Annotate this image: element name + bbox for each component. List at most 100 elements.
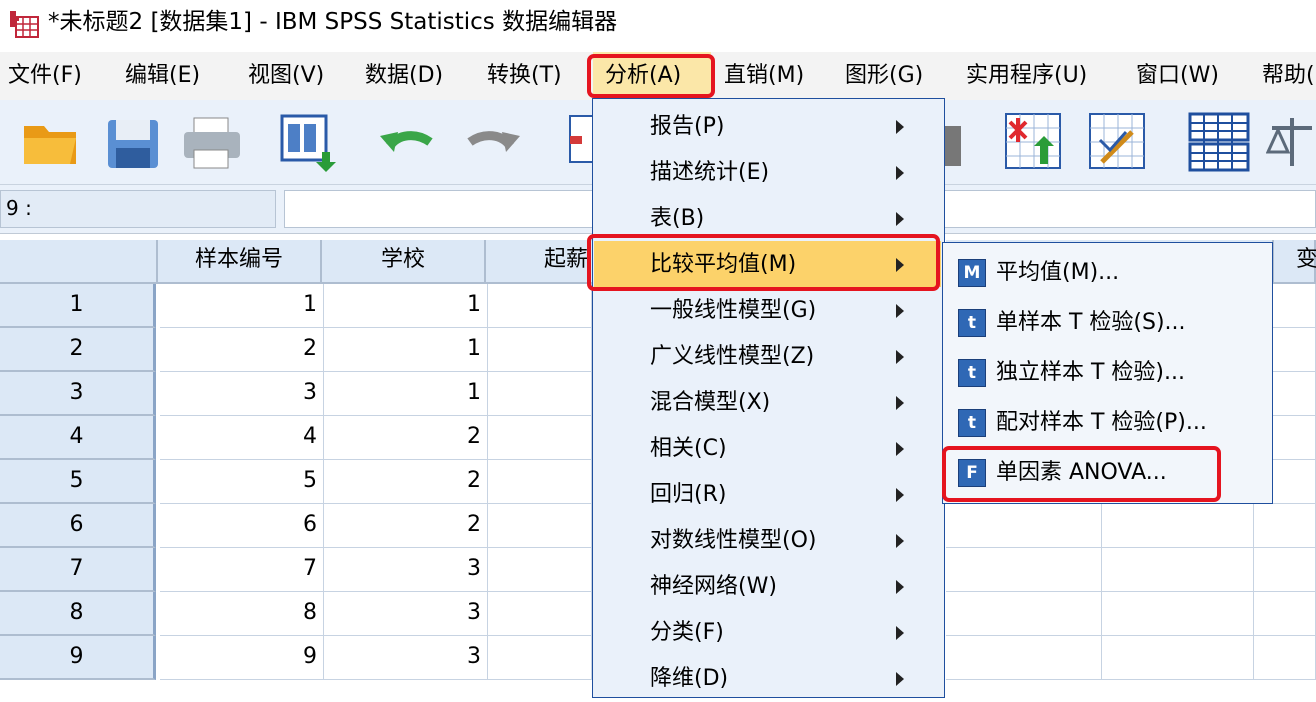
menu-graphs[interactable]: 图形(G): [845, 52, 923, 100]
table-cell-empty[interactable]: [1102, 636, 1254, 680]
analyze-menu-item[interactable]: 回归(R): [650, 472, 726, 518]
table-cell-school[interactable]: 1: [324, 284, 488, 328]
submenu-arrow-icon: [896, 120, 904, 134]
analyze-menu-item[interactable]: 广义线性模型(Z): [650, 334, 814, 380]
menu-data[interactable]: 数据(D): [365, 52, 443, 100]
table-cell-empty[interactable]: [946, 548, 1102, 592]
table-cell-sample-id[interactable]: 5: [160, 460, 324, 504]
table-cell-school[interactable]: 3: [324, 548, 488, 592]
compare-means-submenu-item[interactable]: 配对样本 T 检验(P)...: [996, 401, 1207, 445]
table-cell-empty[interactable]: [488, 372, 592, 416]
table-cell-empty[interactable]: [1102, 504, 1254, 548]
submenu-arrow-icon: [896, 304, 904, 318]
table-cell-school[interactable]: 2: [324, 460, 488, 504]
undo-icon[interactable]: [376, 112, 440, 172]
table-cell-empty[interactable]: [488, 636, 592, 680]
table-cell-sample-id[interactable]: 2: [160, 328, 324, 372]
compare-means-submenu-item[interactable]: 独立样本 T 检验)...: [996, 351, 1185, 395]
submenu-arrow-icon: [896, 396, 904, 410]
redo-icon[interactable]: [460, 112, 524, 172]
table-cell-empty[interactable]: [946, 636, 1102, 680]
table-cell-empty[interactable]: [1254, 504, 1316, 548]
row-header[interactable]: 7: [0, 548, 156, 592]
table-cell-sample-id[interactable]: 8: [160, 592, 324, 636]
table-cell-school[interactable]: 3: [324, 592, 488, 636]
submenu-arrow-icon: [896, 626, 904, 640]
analyze-menu-item[interactable]: 对数线性模型(O): [650, 518, 816, 564]
submenu-arrow-icon: [896, 166, 904, 180]
row-header[interactable]: 6: [0, 504, 156, 548]
table-cell-empty[interactable]: [946, 504, 1102, 548]
table-cell-empty[interactable]: [488, 460, 592, 504]
insert-cases-icon[interactable]: [1002, 112, 1066, 172]
print-icon[interactable]: [180, 112, 244, 172]
table-cell-empty[interactable]: [488, 548, 592, 592]
row-header[interactable]: 8: [0, 592, 156, 636]
row-header[interactable]: 3: [0, 372, 156, 416]
submenu-arrow-icon: [896, 350, 904, 364]
table-cell-sample-id[interactable]: 7: [160, 548, 324, 592]
table-cell-empty[interactable]: [488, 328, 592, 372]
grid-corner[interactable]: [0, 240, 158, 284]
table-cell-sample-id[interactable]: 9: [160, 636, 324, 680]
analyze-menu-item[interactable]: 报告(P): [650, 104, 724, 150]
table-cell-sample-id[interactable]: 4: [160, 416, 324, 460]
row-header[interactable]: 2: [0, 328, 156, 372]
recall-dialog-icon[interactable]: [276, 112, 340, 172]
analyze-menu-item[interactable]: 一般线性模型(G): [650, 288, 816, 334]
analyze-menu-item[interactable]: 混合模型(X): [650, 380, 770, 426]
table-cell-empty[interactable]: [488, 504, 592, 548]
table-cell-school[interactable]: 3: [324, 636, 488, 680]
table-cell-school[interactable]: 1: [324, 328, 488, 372]
row-header[interactable]: 1: [0, 284, 156, 328]
open-folder-icon[interactable]: [20, 112, 84, 172]
menu-utilities[interactable]: 实用程序(U): [966, 52, 1087, 100]
row-header[interactable]: 5: [0, 460, 156, 504]
column-header-next[interactable]: 变: [1274, 240, 1316, 284]
menu-window[interactable]: 窗口(W): [1136, 52, 1219, 100]
menu-file[interactable]: 文件(F): [8, 52, 82, 100]
split-file-icon[interactable]: [1186, 112, 1250, 172]
table-cell-empty[interactable]: [488, 592, 592, 636]
submenu-arrow-icon: [896, 534, 904, 548]
row-header[interactable]: 4: [0, 416, 156, 460]
goto-case-icon[interactable]: [566, 112, 595, 172]
compare-means-submenu-item[interactable]: 平均值(M)...: [996, 251, 1119, 295]
menu-help[interactable]: 帮助(: [1262, 52, 1315, 100]
table-cell-school[interactable]: 1: [324, 372, 488, 416]
column-header-sample-id[interactable]: 样本编号: [158, 240, 322, 284]
table-cell-school[interactable]: 2: [324, 504, 488, 548]
table-cell-empty[interactable]: [1254, 636, 1316, 680]
row-header[interactable]: 9: [0, 636, 156, 680]
analyze-menu-item[interactable]: 描述统计(E): [650, 150, 769, 196]
analyze-menu-item[interactable]: 神经网络(W): [650, 564, 777, 610]
table-cell-school[interactable]: 2: [324, 416, 488, 460]
menu-edit[interactable]: 编辑(E): [125, 52, 200, 100]
table-cell-empty[interactable]: [1102, 548, 1254, 592]
analyze-menu-item[interactable]: 分类(F): [650, 610, 724, 656]
table-cell-empty[interactable]: [946, 592, 1102, 636]
submenu-arrow-icon: [896, 580, 904, 594]
save-icon[interactable]: [102, 112, 166, 172]
table-cell-empty[interactable]: [1102, 592, 1254, 636]
table-cell-empty[interactable]: [1254, 592, 1316, 636]
weight-cases-icon[interactable]: [945, 112, 969, 172]
table-cell-sample-id[interactable]: 3: [160, 372, 324, 416]
menu-transform[interactable]: 转换(T): [487, 52, 562, 100]
menu-direct-marketing[interactable]: 直销(M): [724, 52, 804, 100]
table-cell-sample-id[interactable]: 1: [160, 284, 324, 328]
table-cell-empty[interactable]: [1254, 548, 1316, 592]
analyze-menu-item[interactable]: 降维(D): [650, 656, 728, 702]
one-way-anova-highlight-box: [942, 446, 1221, 502]
select-cases-icon[interactable]: [1086, 112, 1150, 172]
compare-means-submenu-item[interactable]: 单样本 T 检验(S)...: [996, 301, 1186, 345]
table-cell-sample-id[interactable]: 6: [160, 504, 324, 548]
table-cell-empty[interactable]: [488, 284, 592, 328]
table-cell-empty[interactable]: [488, 416, 592, 460]
submenu-arrow-icon: [896, 212, 904, 226]
value-labels-icon[interactable]: [1265, 112, 1316, 172]
one-sample-t-icon: t: [958, 309, 986, 337]
column-header-school[interactable]: 学校: [322, 240, 486, 284]
menu-view[interactable]: 视图(V): [248, 52, 324, 100]
analyze-menu-item[interactable]: 相关(C): [650, 426, 727, 472]
